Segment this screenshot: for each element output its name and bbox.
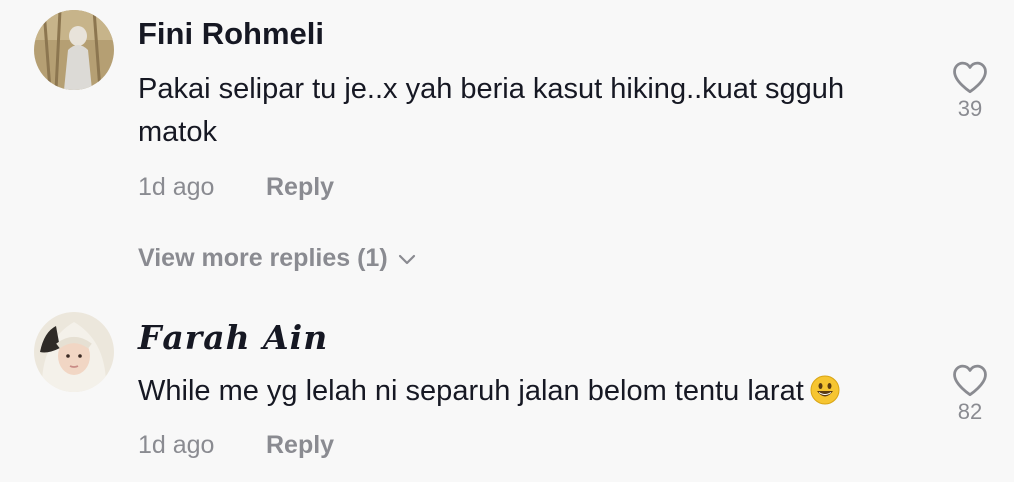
avatar-image bbox=[34, 10, 114, 90]
avatar[interactable] bbox=[34, 312, 114, 392]
like-count: 82 bbox=[957, 399, 983, 424]
view-more-replies-label: View more replies (1) bbox=[138, 244, 388, 272]
heart-outline-icon[interactable] bbox=[951, 60, 989, 94]
avatar-image bbox=[34, 312, 114, 392]
comment-text-content: While me yg lelah ni separuh jalan belom… bbox=[138, 375, 804, 407]
comment-username[interactable]: 𝑭𝒂𝒓𝒂𝒉 𝑨𝒊𝒏 bbox=[138, 318, 328, 357]
reply-button[interactable]: Reply bbox=[266, 431, 334, 460]
comment-text: While me yg lelah ni separuh jalan belom… bbox=[138, 370, 928, 413]
comment-time: 1d ago bbox=[138, 173, 215, 201]
like-button[interactable]: 39 bbox=[940, 60, 1000, 122]
smiling-face-emoji bbox=[810, 375, 840, 405]
chevron-down-icon bbox=[398, 255, 415, 265]
comment-meta: 1d ago Reply bbox=[138, 431, 334, 460]
avatar[interactable] bbox=[34, 10, 114, 90]
like-button[interactable]: 82 bbox=[940, 363, 1000, 425]
like-count: 39 bbox=[957, 96, 983, 121]
comment-meta: 1d ago Reply bbox=[138, 173, 334, 202]
heart-outline-icon[interactable] bbox=[951, 363, 989, 397]
comment-text: Pakai selipar tu je..x yah beria kasut h… bbox=[138, 73, 845, 148]
view-more-replies-button[interactable]: View more replies (1) bbox=[138, 244, 416, 273]
comment-username[interactable]: Fini Rohmeli bbox=[138, 16, 324, 52]
reply-button[interactable]: Reply bbox=[266, 173, 334, 202]
comment-time: 1d ago bbox=[138, 431, 215, 459]
